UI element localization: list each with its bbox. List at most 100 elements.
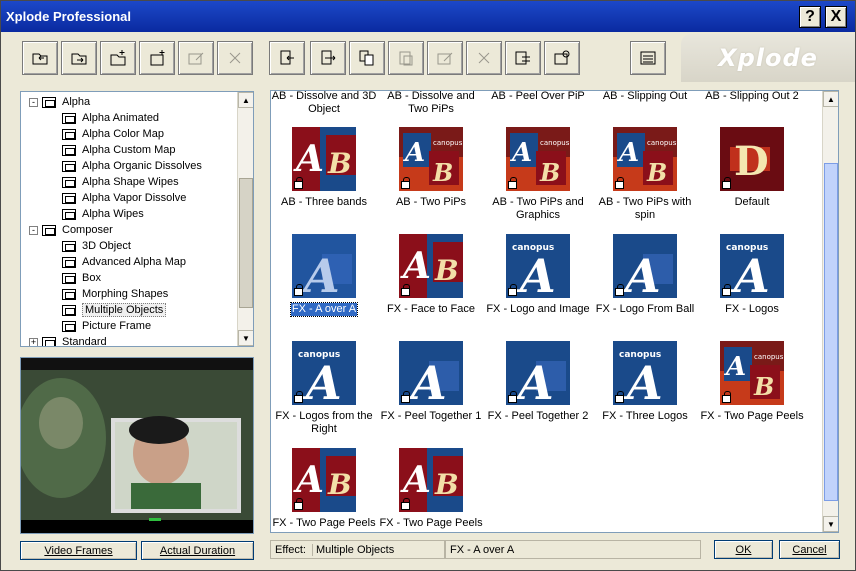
effect-item[interactable]: A Bcanopus AB - Two PiPs with spin	[592, 127, 698, 222]
effect-label: AB - Two PiPs and Graphics	[492, 196, 584, 221]
tree-item-label: Advanced Alpha Map	[82, 256, 186, 268]
video-frames-button[interactable]: Video Frames	[20, 541, 137, 560]
effect-item[interactable]: canopus A FX - Three Logos	[592, 341, 698, 423]
tree-item[interactable]: 3D Object	[62, 238, 131, 254]
effect-item[interactable]: A FX - Peel Together 2	[485, 341, 591, 423]
effect-item[interactable]: A Bcanopus FX - Two Page Peels	[699, 341, 805, 423]
effect-item[interactable]: A Bcanopus AB - Two PiPs and Graphics	[485, 127, 591, 222]
list-view-button[interactable]	[630, 41, 666, 75]
svg-text:A: A	[623, 356, 663, 405]
svg-text:B: B	[434, 468, 459, 501]
grid-scroll-up-arrow-icon[interactable]: ▲	[823, 91, 838, 107]
rename-button[interactable]	[427, 41, 463, 75]
effect-item[interactable]: canopus A FX - Logos	[699, 234, 805, 316]
effect-item[interactable]: A FX - Logo From Ball	[592, 234, 698, 316]
folder-icon	[62, 272, 76, 284]
close-button[interactable]: X	[825, 6, 847, 28]
tree-item[interactable]: Box	[62, 270, 101, 286]
settings-button[interactable]	[544, 41, 580, 75]
tree-item-label: Alpha Custom Map	[82, 144, 176, 156]
lock-icon	[722, 177, 731, 189]
tree-item[interactable]: Multiple Objects	[62, 302, 167, 318]
new-folder-button[interactable]	[100, 41, 136, 75]
delete-item-button[interactable]	[217, 41, 253, 75]
tree-item[interactable]: Morphing Shapes	[62, 286, 168, 302]
settings-icon	[554, 50, 570, 65]
tree-item[interactable]: Alpha Vapor Dissolve	[62, 190, 186, 206]
effect-item[interactable]: canopus A FX - Logo and Image	[485, 234, 591, 316]
effect-thumbnail: A	[613, 234, 677, 298]
tree-item[interactable]: - Composer	[29, 222, 113, 238]
effect-item[interactable]: A B FX - Two Page Peels	[378, 448, 484, 530]
export-button[interactable]	[310, 41, 346, 75]
tree-item-label: Picture Frame	[82, 320, 152, 332]
effect-thumbnail: AB	[292, 127, 356, 191]
brand-text: Xplode	[718, 44, 818, 72]
grid-item-partial[interactable]: AB - Dissolve and 3D Object	[271, 91, 377, 116]
effect-item[interactable]: A B FX - Two Page Peels	[271, 448, 377, 530]
tree-item[interactable]: Alpha Animated	[62, 110, 159, 126]
grid-scrollbar[interactable]: ▲ ▼	[822, 91, 838, 532]
window-title: Xplode Professional	[6, 9, 131, 24]
tree-expander-icon[interactable]: -	[29, 225, 38, 235]
effect-thumbnail: A Bcanopus	[720, 341, 784, 405]
effect-label: FX - Peel Together 1	[380, 410, 482, 422]
lock-icon	[294, 498, 303, 510]
scroll-up-arrow-icon[interactable]: ▲	[238, 92, 253, 108]
tree-item[interactable]: Advanced Alpha Map	[62, 254, 186, 270]
effect-item[interactable]: A B AB - Three bands	[271, 127, 377, 209]
svg-text:B: B	[434, 254, 459, 287]
tree-scroll-thumb[interactable]	[239, 178, 253, 308]
effect-item[interactable]: D Default	[699, 127, 805, 209]
tree-item[interactable]: Alpha Color Map	[62, 126, 164, 142]
effect-thumbnail: canopus A	[720, 234, 784, 298]
lock-icon	[401, 498, 410, 510]
cancel-button[interactable]: Cancel	[779, 540, 840, 559]
copy-button[interactable]	[349, 41, 385, 75]
grid-item-partial[interactable]: AB - Slipping Out 2	[699, 91, 805, 103]
tree-item[interactable]: - Alpha	[29, 94, 90, 110]
tree-item[interactable]: Alpha Wipes	[62, 206, 144, 222]
new-folder-icon	[110, 50, 126, 66]
scroll-down-arrow-icon[interactable]: ▼	[238, 330, 253, 346]
tree-item-label: Morphing Shapes	[82, 288, 169, 300]
import-button[interactable]	[269, 41, 305, 75]
actual-duration-button[interactable]: Actual Duration	[141, 541, 254, 560]
grid-item-partial[interactable]: AB - Peel Over PiP	[485, 91, 591, 103]
effect-label: Effect:	[275, 543, 306, 556]
effect-item[interactable]: A Bcanopus AB - Two PiPs	[378, 127, 484, 209]
tree-item[interactable]: + Standard	[29, 334, 107, 346]
category-tree[interactable]: ▲ ▼ - Alpha Alpha Animated Alpha Color Map A…	[20, 91, 254, 347]
grid-item-partial[interactable]: AB - Dissolve and Two PiPs	[378, 91, 484, 116]
grid-scroll-thumb[interactable]	[824, 163, 838, 501]
tree-expander-icon[interactable]: -	[29, 97, 38, 107]
tree-expander-icon[interactable]: +	[29, 337, 38, 346]
save-folder-button[interactable]	[61, 41, 97, 75]
add-item-button[interactable]	[139, 41, 175, 75]
tree-item[interactable]: Alpha Organic Dissolves	[62, 158, 202, 174]
tree-item[interactable]: Picture Frame	[62, 318, 151, 334]
tree-item[interactable]: Alpha Custom Map	[62, 142, 176, 158]
effect-label: FX - Two Page Peels	[379, 517, 483, 529]
tree-scrollbar[interactable]: ▲ ▼	[237, 92, 253, 346]
paste-button[interactable]	[388, 41, 424, 75]
grid-item-partial[interactable]: AB - Slipping Out	[592, 91, 698, 103]
remove-button[interactable]	[466, 41, 502, 75]
properties-button[interactable]	[505, 41, 541, 75]
open-folder-button[interactable]	[22, 41, 58, 75]
effects-grid[interactable]: ▲ ▼ AB - Dissolve and 3D Object AB - Diss…	[270, 90, 839, 533]
edit-item-button[interactable]	[178, 41, 214, 75]
help-button[interactable]: ?	[799, 6, 821, 28]
effect-thumbnail: A Bcanopus	[399, 127, 463, 191]
folder-icon	[62, 320, 76, 332]
ok-button[interactable]: OK	[714, 540, 773, 559]
effect-item[interactable]: A B FX - Face to Face	[378, 234, 484, 316]
tree-item[interactable]: Alpha Shape Wipes	[62, 174, 179, 190]
effect-item[interactable]: canopus A FX - Logos from the Right	[271, 341, 377, 436]
effect-item[interactable]: A FX - Peel Together 1	[378, 341, 484, 423]
folder-icon	[62, 192, 76, 204]
grid-scroll-down-arrow-icon[interactable]: ▼	[823, 516, 838, 532]
tree-item-label: Multiple Objects	[82, 303, 167, 317]
effect-item[interactable]: A FX - A over A	[271, 234, 377, 317]
effect-thumbnail: canopus A	[613, 341, 677, 405]
